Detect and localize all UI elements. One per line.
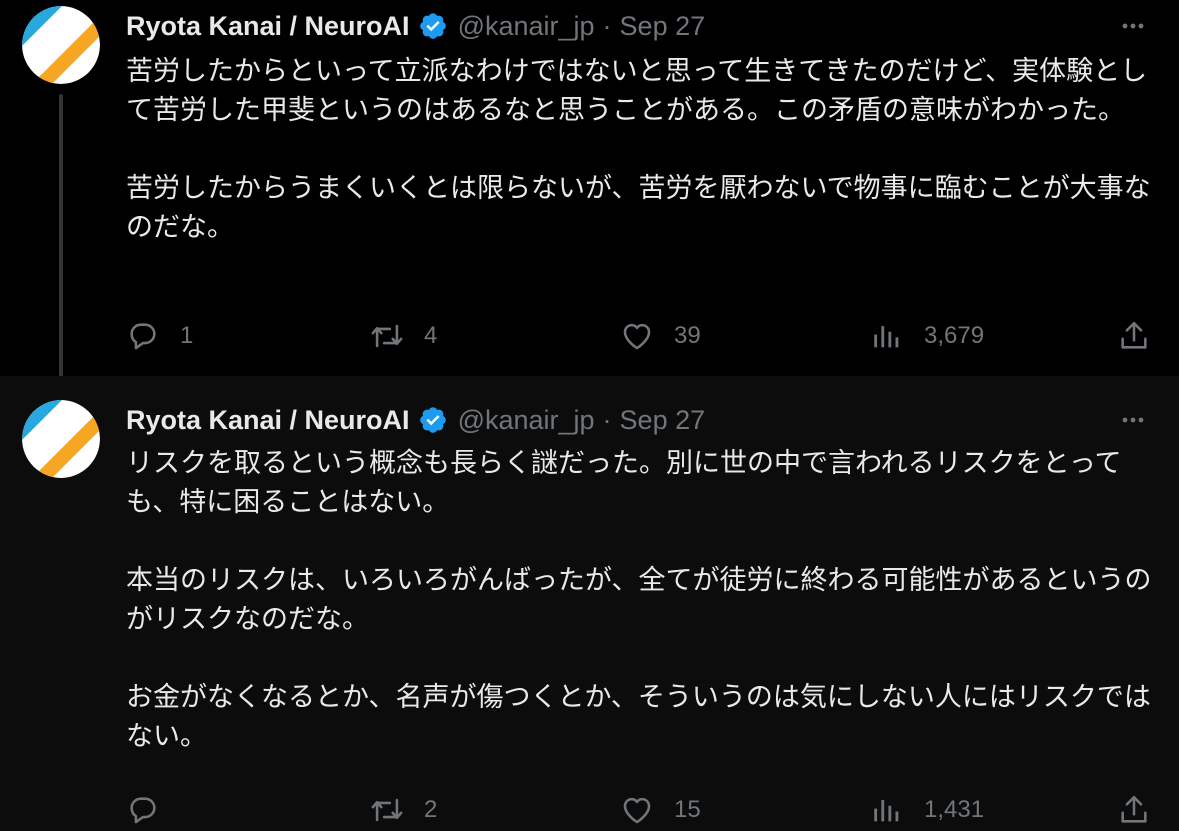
author-handle[interactable]: @kanair_jp (458, 405, 595, 436)
tweet-actions: 2 15 1,431 (126, 790, 1151, 830)
retweet-button[interactable]: 4 (370, 316, 437, 356)
retweet-count: 4 (424, 322, 438, 349)
tweet-actions: 1 4 39 3,679 (126, 316, 1151, 356)
separator-dot: · (602, 404, 612, 435)
views-button[interactable]: 3,679 (870, 316, 984, 356)
tweet[interactable]: Ryota Kanai / NeuroAI @kanair_jp · Sep 2… (0, 0, 1179, 390)
more-options-icon[interactable] (1117, 404, 1149, 436)
views-chart-icon (874, 326, 899, 348)
reply-icon (130, 797, 156, 824)
author-name[interactable]: Ryota Kanai / NeuroAI (126, 405, 410, 436)
reply-count: 1 (180, 322, 194, 349)
avatar-striped-icon (22, 6, 100, 84)
like-count: 39 (674, 322, 701, 349)
separator-dot: · (602, 10, 612, 41)
avatar-striped-icon (22, 400, 100, 478)
like-button[interactable]: 15 (620, 790, 701, 830)
share-button[interactable] (1117, 316, 1151, 356)
views-chart-icon (874, 800, 899, 822)
heart-icon (623, 323, 651, 350)
thread-connector-line (59, 94, 63, 390)
avatar[interactable] (22, 400, 100, 478)
tweet-paragraph: リスクを取るという概念も長らく謎だった。別に世の中で言われるリスクをとっても、特… (126, 448, 1122, 518)
reply-button[interactable]: 1 (126, 316, 193, 356)
tweet-paragraph: 本当のリスクは、いろいろがんばったが、全てが徒労に終わる可能性があるというのがリ… (126, 565, 1152, 635)
tweet-date[interactable]: Sep 27 (620, 11, 706, 42)
like-count: 15 (674, 796, 701, 823)
views-count: 3,679 (924, 322, 985, 349)
reply-button[interactable] (126, 790, 180, 830)
tweet-text: リスクを取るという概念も長らく謎だった。別に世の中で言われるリスクをとっても、特… (126, 444, 1156, 756)
share-button[interactable] (1117, 790, 1151, 830)
retweet-icon (371, 324, 403, 348)
views-button[interactable]: 1,431 (870, 790, 984, 830)
retweet-icon (371, 798, 403, 822)
like-button[interactable]: 39 (620, 316, 701, 356)
retweet-count: 2 (424, 796, 438, 823)
tweet[interactable]: Ryota Kanai / NeuroAI @kanair_jp · Sep 2… (0, 376, 1179, 831)
share-icon (1121, 321, 1147, 349)
author-name[interactable]: Ryota Kanai / NeuroAI (126, 11, 410, 42)
share-icon (1121, 795, 1147, 823)
more-options-icon[interactable] (1117, 10, 1149, 42)
tweet-text: 苦労したからといって立派なわけではないと思って生きてきたのだけど、実体験として苦… (126, 52, 1156, 247)
tweet-header: Ryota Kanai / NeuroAI @kanair_jp · Sep 2… (126, 400, 1179, 440)
tweet-paragraph: お金がなくなるとか、名声が傷つくとか、そういうのは気にしない人にはリスクではない… (126, 682, 1151, 752)
verified-badge-icon[interactable] (418, 11, 448, 41)
verified-badge-icon[interactable] (418, 405, 448, 435)
reply-icon (130, 323, 156, 350)
tweet-header: Ryota Kanai / NeuroAI @kanair_jp · Sep 2… (126, 6, 1179, 46)
views-count: 1,431 (924, 796, 985, 823)
tweet-paragraph: 苦労したからといって立派なわけではないと思って生きてきたのだけど、実体験として苦… (126, 56, 1148, 126)
author-handle[interactable]: @kanair_jp (458, 11, 595, 42)
tweet-paragraph: 苦労したからうまくいくとは限らないが、苦労を厭わないで物事に臨むことが大事なのだ… (126, 173, 1151, 243)
tweet-date[interactable]: Sep 27 (620, 405, 706, 436)
heart-icon (623, 797, 651, 824)
retweet-button[interactable]: 2 (370, 790, 437, 830)
avatar[interactable] (22, 6, 100, 84)
